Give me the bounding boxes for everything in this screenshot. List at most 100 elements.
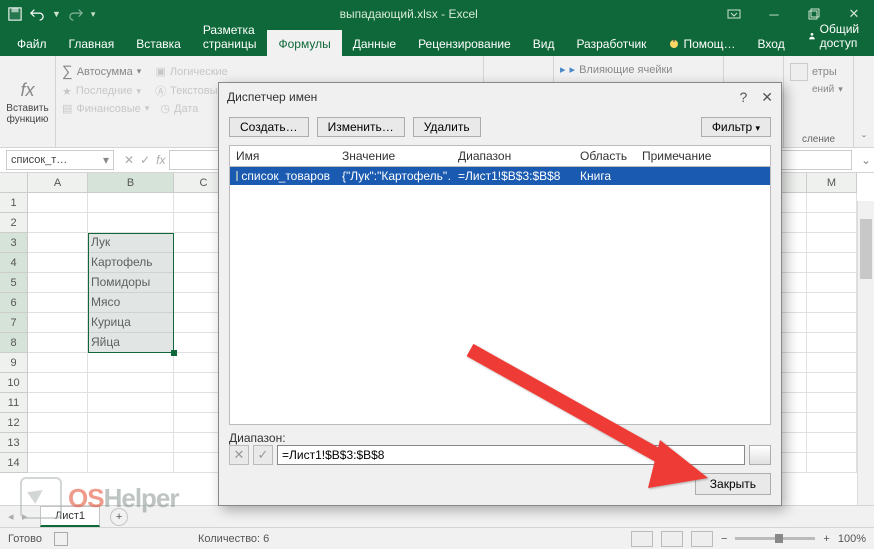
cell[interactable]: Помидоры xyxy=(88,273,174,293)
redo-icon[interactable] xyxy=(69,7,83,21)
row-header[interactable]: 9 xyxy=(0,353,27,373)
col-header-scope[interactable]: Область xyxy=(574,146,636,166)
cell[interactable] xyxy=(807,213,857,233)
insert-function-button[interactable]: fx Вставить функцию xyxy=(6,60,49,145)
row-header[interactable]: 8 xyxy=(0,333,27,353)
tab-signin[interactable]: Вход xyxy=(747,30,796,56)
qat-customize-icon[interactable]: ▾ xyxy=(91,9,96,20)
view-normal-button[interactable] xyxy=(631,531,653,547)
tab-developer[interactable]: Разработчик xyxy=(565,30,657,56)
cell[interactable] xyxy=(28,453,88,473)
cell[interactable] xyxy=(28,313,88,333)
cell[interactable] xyxy=(28,233,88,253)
tab-home[interactable]: Главная xyxy=(58,30,126,56)
create-name-button[interactable]: Создать… xyxy=(229,117,309,137)
cell[interactable] xyxy=(88,373,174,393)
view-page-break-button[interactable] xyxy=(691,531,713,547)
tab-page-layout[interactable]: Разметка страницы xyxy=(192,16,268,56)
cell[interactable] xyxy=(807,233,857,253)
vertical-scrollbar[interactable] xyxy=(857,201,874,505)
expand-formula-bar-icon[interactable]: ⌄ xyxy=(858,153,874,167)
col-header-range[interactable]: Диапазон xyxy=(452,146,574,166)
col-header[interactable]: A xyxy=(28,173,88,192)
cell[interactable] xyxy=(807,453,857,473)
cell[interactable] xyxy=(28,293,88,313)
row-header[interactable]: 4 xyxy=(0,253,27,273)
row-header[interactable]: 12 xyxy=(0,413,27,433)
cell[interactable] xyxy=(88,413,174,433)
cell[interactable] xyxy=(88,433,174,453)
zoom-out-button[interactable]: − xyxy=(721,533,727,545)
cell[interactable] xyxy=(807,193,857,213)
cell[interactable] xyxy=(28,413,88,433)
select-all-cell[interactable] xyxy=(0,173,28,193)
share-button[interactable]: Общий доступ xyxy=(796,16,874,56)
cell[interactable] xyxy=(807,373,857,393)
tab-formulas[interactable]: Формулы xyxy=(267,30,341,56)
filter-button[interactable]: Фильтр ▾ xyxy=(701,117,771,137)
collapse-ribbon-icon[interactable]: ˇ xyxy=(854,56,874,147)
cell[interactable] xyxy=(807,413,857,433)
cell[interactable] xyxy=(28,373,88,393)
name-list[interactable]: список_товаров {"Лук":"Картофель"… =Лист… xyxy=(229,166,771,425)
cell[interactable] xyxy=(807,253,857,273)
row-header[interactable]: 10 xyxy=(0,373,27,393)
name-box-dropdown-icon[interactable]: ▾ xyxy=(99,153,113,167)
cell[interactable]: Курица xyxy=(88,313,174,333)
cell[interactable] xyxy=(88,193,174,213)
cancel-formula-icon[interactable]: ✕ xyxy=(124,153,134,167)
col-header[interactable]: M xyxy=(807,173,857,192)
ribbon-options-icon[interactable] xyxy=(714,0,754,28)
zoom-in-button[interactable]: + xyxy=(823,533,829,545)
edit-name-button[interactable]: Изменить… xyxy=(317,117,405,137)
row-header[interactable]: 5 xyxy=(0,273,27,293)
row-header[interactable]: 2 xyxy=(0,213,27,233)
name-box[interactable]: список_т… ▾ xyxy=(6,150,114,170)
col-header-note[interactable]: Примечание xyxy=(636,146,770,166)
tab-data[interactable]: Данные xyxy=(342,30,407,56)
range-cancel-icon[interactable]: ✕ xyxy=(229,445,249,465)
cell[interactable] xyxy=(88,393,174,413)
cell[interactable] xyxy=(28,393,88,413)
selection-handle[interactable] xyxy=(171,350,177,356)
delete-name-button[interactable]: Удалить xyxy=(413,117,481,137)
enter-formula-icon[interactable]: ✓ xyxy=(140,153,150,167)
cell[interactable] xyxy=(807,353,857,373)
view-page-layout-button[interactable] xyxy=(661,531,683,547)
cell[interactable] xyxy=(807,313,857,333)
cell[interactable] xyxy=(28,253,88,273)
zoom-slider[interactable] xyxy=(735,537,815,540)
save-icon[interactable] xyxy=(8,7,22,21)
range-accept-icon[interactable]: ✓ xyxy=(253,445,273,465)
close-button[interactable]: Закрыть xyxy=(695,473,771,495)
name-list-row[interactable]: список_товаров {"Лук":"Картофель"… =Лист… xyxy=(230,167,770,185)
cell[interactable] xyxy=(807,293,857,313)
cell[interactable] xyxy=(88,453,174,473)
row-header[interactable]: 3 xyxy=(0,233,27,253)
dialog-help-button[interactable]: ? xyxy=(739,89,747,106)
row-header[interactable]: 6 xyxy=(0,293,27,313)
undo-icon[interactable] xyxy=(30,7,44,21)
cell[interactable]: Лук xyxy=(88,233,174,253)
row-header[interactable]: 1 xyxy=(0,193,27,213)
cell[interactable] xyxy=(807,433,857,453)
dialog-close-icon[interactable]: ✕ xyxy=(761,89,773,106)
cell[interactable]: Картофель xyxy=(88,253,174,273)
cell[interactable] xyxy=(807,393,857,413)
sheet-nav-prev-icon[interactable]: ◂ xyxy=(8,510,14,523)
tab-view[interactable]: Вид xyxy=(522,30,566,56)
minimize-button[interactable]: ─ xyxy=(754,0,794,28)
zoom-level[interactable]: 100% xyxy=(838,533,866,545)
cell[interactable] xyxy=(807,333,857,353)
cell[interactable] xyxy=(28,353,88,373)
autosum-button[interactable]: ∑Автосумма ▾ ▣Логические xyxy=(62,62,477,81)
row-header[interactable]: 14 xyxy=(0,453,27,473)
qat-dropdown-icon[interactable]: ▼ xyxy=(52,9,61,19)
cell[interactable]: Мясо xyxy=(88,293,174,313)
range-input[interactable] xyxy=(277,445,745,465)
cell[interactable] xyxy=(28,333,88,353)
col-header[interactable]: B xyxy=(88,173,174,192)
cell[interactable] xyxy=(88,213,174,233)
macro-record-icon[interactable] xyxy=(54,532,68,546)
fx-icon[interactable]: fx xyxy=(156,153,165,167)
